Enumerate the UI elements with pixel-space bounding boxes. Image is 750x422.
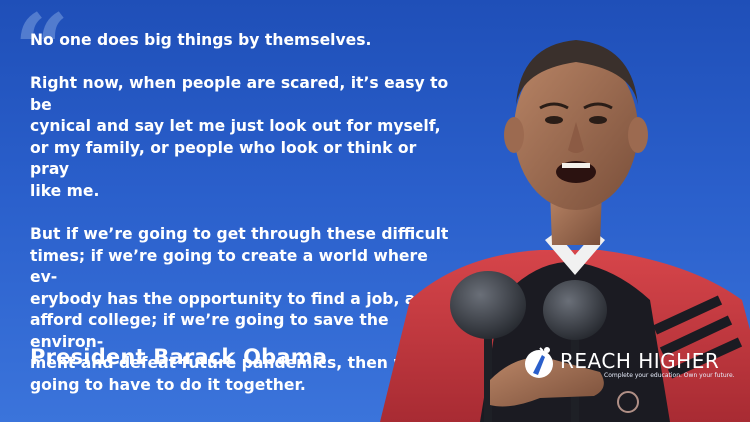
- logo-tagline: Complete your education. Own your future…: [604, 372, 735, 379]
- quote-graphic: “ No one does big things by themselves. …: [0, 0, 750, 422]
- quote-line: going to have to do it together.: [30, 375, 306, 394]
- quote-line: times; if we’re going to create a world …: [30, 246, 428, 287]
- microphone-left: [450, 271, 526, 339]
- reach-higher-figure-icon: [525, 347, 553, 378]
- logo-name: REACH HIGHER: [560, 349, 720, 373]
- attribution: President Barack Obama: [30, 345, 328, 369]
- quote-line: like me.: [30, 181, 100, 200]
- quote-line: or my family, or people who look or thin…: [30, 138, 417, 179]
- microphone-right: [543, 280, 607, 340]
- reach-higher-logo: REACH HIGHER Complete your education. Ow…: [524, 345, 739, 385]
